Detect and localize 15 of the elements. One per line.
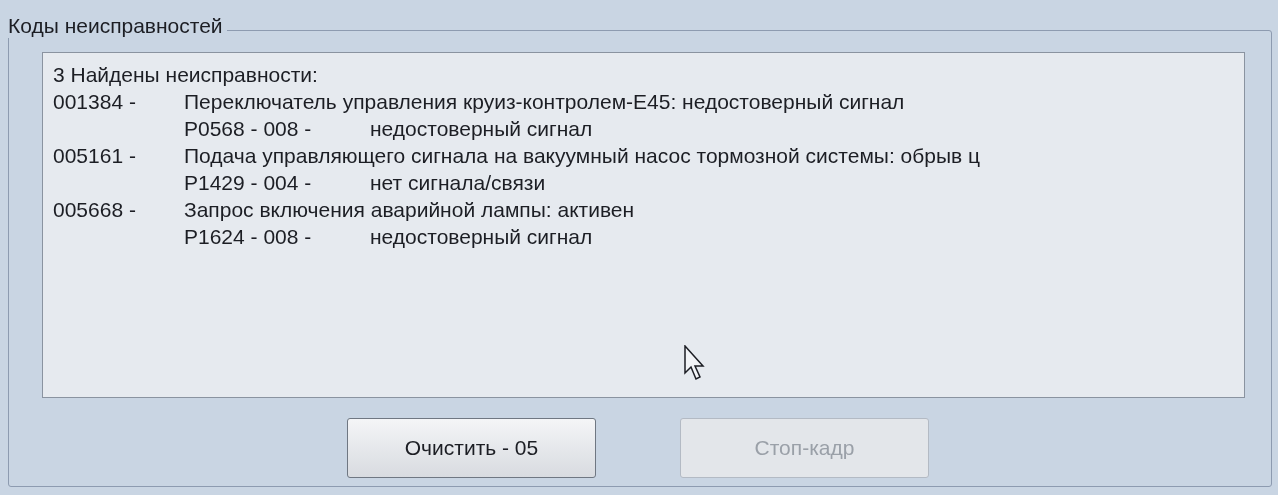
fault-description: Переключатель управления круиз-контролем-E45: недостоверный сигнал — [184, 89, 905, 115]
fault-detail: недостоверный сигнал — [370, 116, 593, 142]
detail-code: P1429 - 004 - — [184, 170, 313, 196]
mouse-cursor-icon — [684, 345, 706, 381]
detail-code: P0568 - 008 - — [184, 116, 313, 142]
fault-detail: нет сигнала/связи — [370, 170, 546, 196]
fault-description: Подача управляющего сигнала на вакуумный насос тормозной системы: обрыв ц — [184, 143, 981, 169]
list-header: 3 Найдены неисправности: — [53, 63, 318, 86]
detail-code: P1624 - 008 - — [184, 224, 313, 250]
fault-code: 001384 - — [53, 89, 137, 115]
clear-button[interactable]: Очистить - 05 — [347, 418, 596, 478]
fault-code: 005161 - — [53, 143, 137, 169]
fault-detail: недостоверный сигнал — [370, 224, 593, 250]
fault-code: 005668 - — [53, 197, 137, 223]
fault-description: Запрос включения аварийной лампы: активен — [184, 197, 635, 223]
